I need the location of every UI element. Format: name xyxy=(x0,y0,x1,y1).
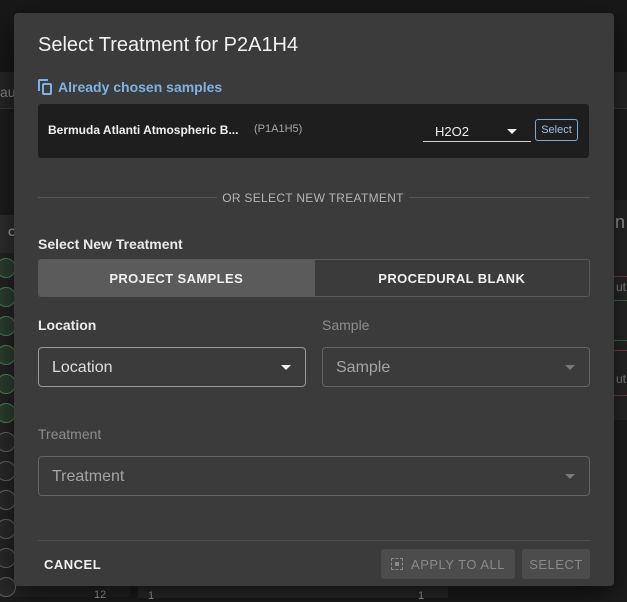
sample-label: Sample xyxy=(322,317,370,333)
location-select[interactable]: Location xyxy=(38,347,306,387)
apply-to-all-label: APPLY TO ALL xyxy=(411,556,505,572)
select-button[interactable]: SELECT xyxy=(522,549,590,579)
sample-type-toggle: PROJECT SAMPLES PROCEDURAL BLANK xyxy=(38,259,590,297)
chosen-sample-row: Bermuda Atlanti Atmospheric B... (P1A1H5… xyxy=(38,104,589,158)
apply-to-all-button[interactable]: APPLY TO ALL xyxy=(381,549,515,579)
new-treatment-label: Select New Treatment xyxy=(38,236,183,252)
select-all-icon xyxy=(391,558,404,570)
chevron-down-icon xyxy=(565,365,575,370)
chevron-down-icon xyxy=(507,129,517,134)
background-bottom-label: 1 xyxy=(148,590,155,602)
location-label: Location xyxy=(38,317,97,333)
chevron-down-icon xyxy=(281,365,291,370)
background-right-text: ut xyxy=(616,372,627,386)
treatment-select[interactable]: Treatment xyxy=(38,456,590,496)
dialog-title: Select Treatment for P2A1H4 xyxy=(38,34,299,56)
chosen-treatment-select[interactable]: H2O2 xyxy=(423,121,531,142)
background-bottom-strip: 1 1 xyxy=(138,585,448,602)
chosen-select-button[interactable]: Select xyxy=(535,119,578,141)
sample-select[interactable]: Sample xyxy=(322,347,590,387)
divider-left xyxy=(38,197,217,198)
footer-divider xyxy=(38,540,590,541)
chevron-down-icon xyxy=(565,474,575,479)
treatment-select-value: Treatment xyxy=(52,468,125,485)
toggle-project-samples[interactable]: PROJECT SAMPLES xyxy=(39,260,314,296)
background-row-label: 12 xyxy=(94,589,107,601)
chosen-treatment-value: H2O2 xyxy=(435,124,469,139)
background-right-text: ut xyxy=(616,280,627,294)
toggle-procedural-blank[interactable]: PROCEDURAL BLANK xyxy=(315,260,590,296)
cancel-button[interactable]: CANCEL xyxy=(44,557,101,572)
divider-right xyxy=(409,197,590,198)
sample-select-value: Sample xyxy=(336,359,391,376)
background-right-header: n xyxy=(615,212,626,232)
treatment-label: Treatment xyxy=(38,426,102,442)
copy-icon xyxy=(38,79,52,95)
already-chosen-samples-link[interactable]: Already chosen samples xyxy=(38,79,222,95)
divider-text: OR SELECT NEW TREATMENT xyxy=(222,191,404,205)
chosen-sample-code: (P1A1H5) xyxy=(254,123,303,135)
location-select-value: Location xyxy=(52,359,113,376)
select-treatment-dialog: Select Treatment for P2A1H4 Already chos… xyxy=(14,13,614,586)
already-chosen-label: Already chosen samples xyxy=(58,79,223,95)
chosen-sample-name: Bermuda Atlanti Atmospheric B... xyxy=(48,123,239,137)
background-bottom-label: 1 xyxy=(418,590,425,602)
